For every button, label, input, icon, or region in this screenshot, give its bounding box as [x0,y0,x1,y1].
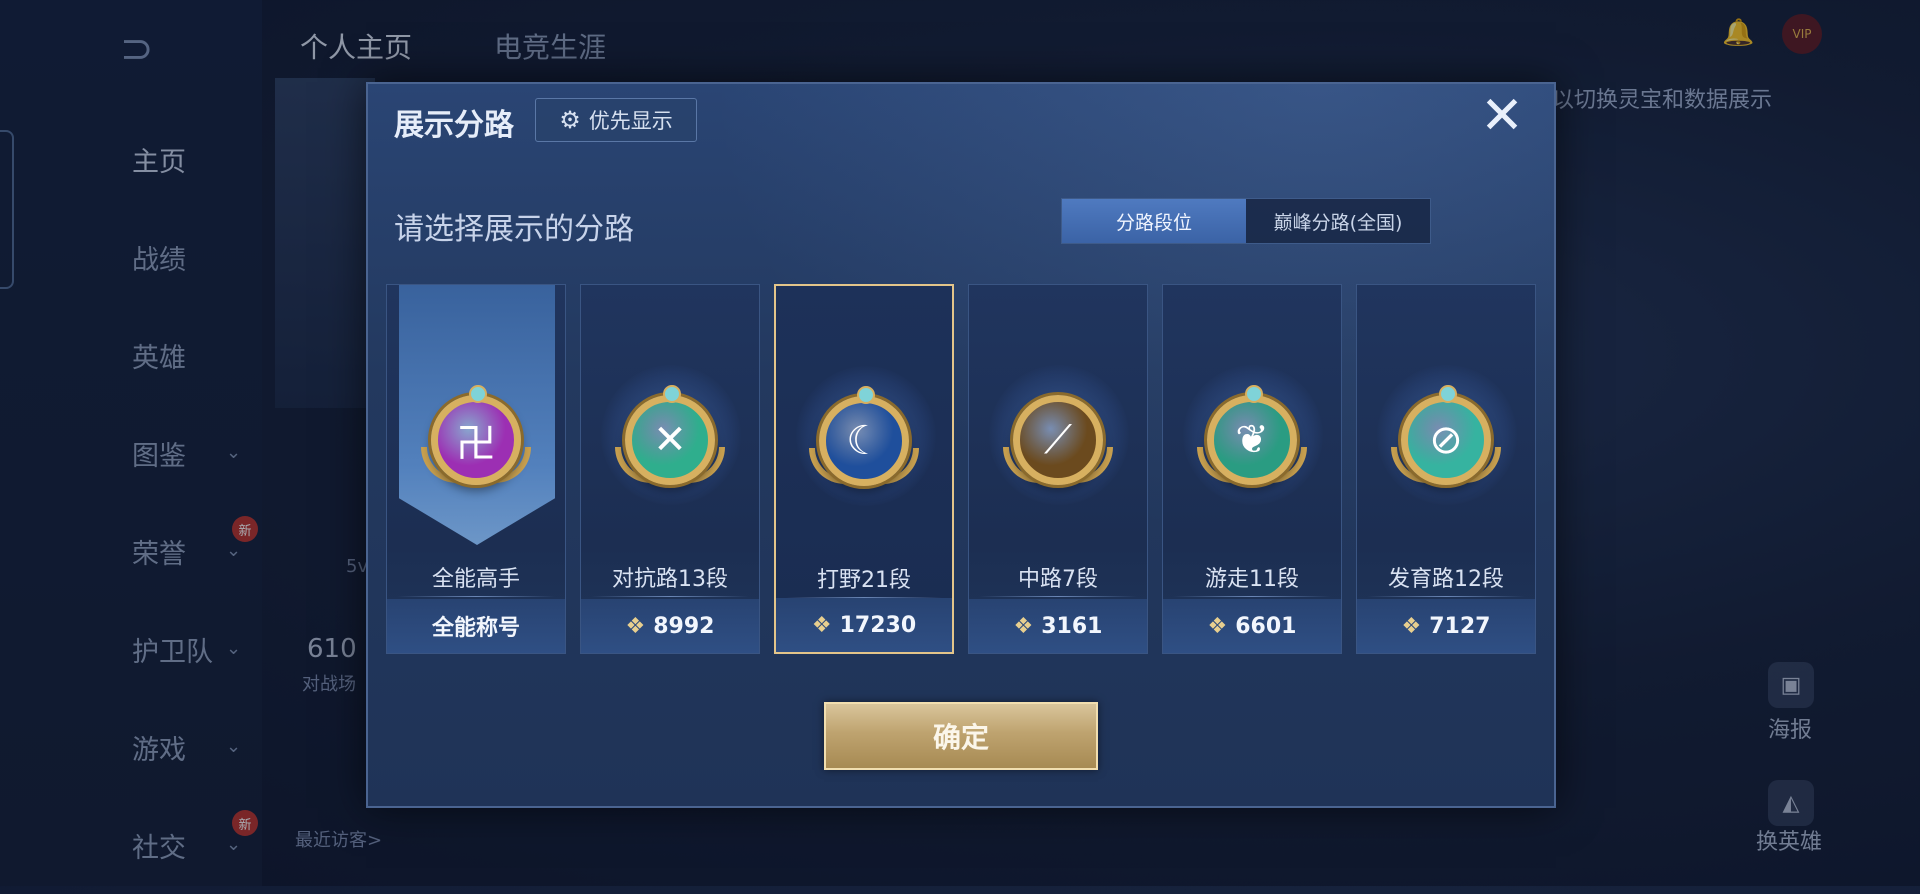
card-footer: 全能称号 [387,599,565,653]
all-round-icon: 卍 [431,395,521,485]
points-icon: ❖ [1401,613,1422,639]
card-footer: ❖ 17230 [776,598,952,652]
toggle-peak-lane[interactable]: 巅峰分路(全国) [1246,199,1430,243]
lane-card-farm[interactable]: ⊘ 发育路12段 ❖ 7127 [1356,284,1536,654]
points-icon: ❖ [1013,613,1034,639]
toggle-lane-rank[interactable]: 分路段位 [1062,199,1246,243]
lane-card-mid[interactable]: ⟋ 中路7段 ❖ 3161 [968,284,1148,654]
lane-points: 8992 [653,613,715,639]
card-divider [979,596,1137,597]
clash-lane-icon: ✕ [625,395,715,485]
card-footer: ❖ 3161 [969,599,1147,653]
view-toggle: 分路段位 巅峰分路(全国) [1061,198,1431,244]
lane-points: 3161 [1041,613,1103,639]
lane-name: 中路7段 [1018,567,1098,592]
lane-card-all-round[interactable]: 卍 全能高手 全能称号 [386,284,566,654]
lane-name: 游走11段 [1205,567,1299,592]
lane-name: 发育路12段 [1388,567,1504,592]
mid-lane-icon: ⟋ [1013,395,1103,485]
lane-points: 7127 [1429,613,1491,639]
points-icon: ❖ [625,613,646,639]
lane-name: 打野21段 [817,568,911,593]
card-divider [591,596,749,597]
badge-gem [857,386,875,404]
lane-points: 17230 [839,612,917,638]
card-divider [1173,596,1331,597]
lane-card-roam[interactable]: ❦ 游走11段 ❖ 6601 [1162,284,1342,654]
lane-points: 6601 [1235,613,1297,639]
card-footer: ❖ 7127 [1357,599,1535,653]
lane-card-clash[interactable]: ✕ 对抗路13段 ❖ 8992 [580,284,760,654]
points-icon: ❖ [811,612,832,638]
gear-icon: ⚙ [559,106,581,134]
card-footer: ❖ 6601 [1163,599,1341,653]
lane-display-dialog: 展示分路 ⚙ 优先显示 ✕ 请选择展示的分路 分路段位 巅峰分路(全国) 卍 全… [366,82,1556,808]
close-icon[interactable]: ✕ [1476,90,1528,142]
card-divider [1367,596,1525,597]
farm-lane-icon: ⊘ [1401,395,1491,485]
badge-gem [1245,385,1263,403]
confirm-button[interactable]: 确定 [824,702,1098,770]
card-divider [397,596,555,597]
lane-name: 对抗路13段 [612,567,728,592]
jungle-icon: ☾ [819,396,909,486]
roam-icon: ❦ [1207,395,1297,485]
card-footer: ❖ 8992 [581,599,759,653]
dialog-title: 展示分路 [394,108,514,143]
lane-footer-text: 全能称号 [431,616,520,641]
badge-gem [469,385,487,403]
badge-gem [1439,385,1457,403]
lane-name: 全能高手 [431,567,520,592]
lane-cards: 卍 全能高手 全能称号 ✕ 对抗路13段 ❖ 8992 ☾ 打野21段 ❖ 1723… [386,284,1536,654]
prompt-text: 请选择展示的分路 [394,212,634,247]
points-icon: ❖ [1207,613,1228,639]
priority-display-button[interactable]: ⚙ 优先显示 [535,98,697,142]
badge-gem [663,385,681,403]
priority-display-label: 优先显示 [588,109,673,133]
lane-card-jungle[interactable]: ☾ 打野21段 ❖ 17230 [774,284,954,654]
